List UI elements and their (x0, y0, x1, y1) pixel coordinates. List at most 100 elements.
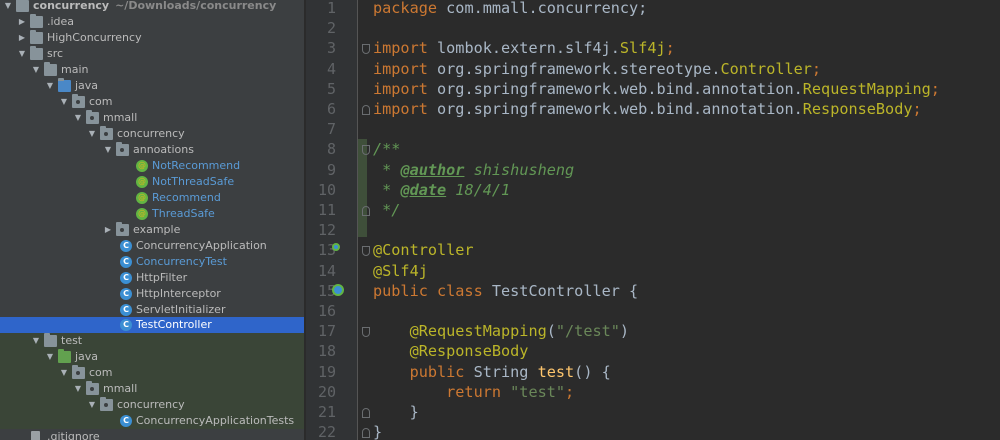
chevron-down-icon[interactable]: ▼ (45, 349, 55, 365)
line-number: 4 (326, 59, 336, 78)
tree-item-mmall[interactable]: ▼ mmall (0, 110, 304, 126)
fold-marker-icon[interactable] (362, 408, 370, 418)
class-icon: C (120, 272, 132, 284)
code-line-4[interactable]: import org.springframework.stereotype.Co… (373, 59, 821, 79)
file-icon (31, 431, 40, 440)
code-string: "/test" (555, 322, 620, 341)
tree-item-concurrencyapplication[interactable]: C ConcurrencyApplication (0, 238, 304, 254)
chevron-down-icon[interactable]: ▼ (73, 381, 83, 397)
code-line-5[interactable]: import org.springframework.web.bind.anno… (373, 79, 940, 99)
tree-item-label: ConcurrencyApplication (136, 239, 267, 252)
chevron-down-icon[interactable]: ▼ (87, 126, 97, 142)
line-number: 13 (317, 241, 336, 260)
fold-marker-icon[interactable] (362, 105, 370, 115)
code-line-8[interactable]: /** (373, 139, 400, 159)
fold-marker-icon[interactable] (362, 428, 370, 438)
tree-item-src[interactable]: ▼ src (0, 46, 304, 62)
chevron-down-icon[interactable]: ▼ (59, 94, 69, 110)
chevron-right-icon[interactable]: ▶ (17, 30, 27, 46)
tree-item-label: .idea (47, 15, 75, 28)
chevron-down-icon[interactable]: ▼ (73, 110, 83, 126)
class-icon: C (120, 288, 132, 300)
code-line-1[interactable]: package com.mmall.concurrency; (373, 0, 647, 18)
chevron-down-icon[interactable]: ▼ (87, 397, 97, 413)
fold-marker-icon[interactable] (362, 145, 370, 155)
tree-item-testcontroller[interactable]: C TestController (0, 317, 304, 333)
tree-item-notthreadsafe[interactable]: @ NotThreadSafe (0, 174, 304, 190)
editor-gutter[interactable]: 1 2 3 4 5 6 7 8 9 10 11 12 13 14 15 16 1… (306, 0, 358, 440)
line-number: 3 (326, 39, 336, 58)
line-number: 2 (326, 19, 336, 38)
chevron-down-icon[interactable]: ▼ (17, 46, 27, 62)
tree-item-httpfilter[interactable]: C HttpFilter (0, 270, 304, 286)
doc-value: 18/4/1 (446, 180, 511, 199)
line-number: 17 (317, 322, 336, 341)
code-line-19[interactable]: public String test() { (373, 362, 611, 382)
fold-marker-icon[interactable] (362, 44, 370, 54)
tree-item-annoations[interactable]: ▼ annoations (0, 142, 304, 158)
tree-item-httpinterceptor[interactable]: C HttpInterceptor (0, 286, 304, 302)
fold-marker-icon[interactable] (362, 206, 370, 216)
code-editor[interactable]: package com.mmall.concurrency; import lo… (358, 0, 1000, 440)
tree-item-test-concurrency[interactable]: ▼ concurrency (0, 397, 304, 413)
code-line-3[interactable]: import lombok.extern.slf4j.Slf4j; (373, 38, 675, 58)
package-icon (86, 110, 99, 124)
code-line-17[interactable]: @RequestMapping("/test") (373, 321, 630, 341)
line-number: 16 (317, 302, 336, 320)
tree-item-gitignore[interactable]: .gitignore (0, 429, 304, 440)
code-line-21[interactable]: } (373, 402, 419, 422)
tree-item-concurrency[interactable]: ▼ concurrency (0, 126, 304, 142)
code-line-13[interactable]: @Controller (373, 240, 474, 260)
fold-marker-icon[interactable] (362, 327, 370, 337)
tree-item-test-com[interactable]: ▼ com (0, 365, 304, 381)
code-keyword: import (373, 39, 428, 58)
code-line-22[interactable]: } (373, 422, 382, 440)
tree-item-recommend[interactable]: @ Recommend (0, 190, 304, 206)
tree-item-test[interactable]: ▼ test (0, 333, 304, 349)
spring-bean-icon[interactable] (332, 284, 344, 296)
tree-item-notrecommend[interactable]: @ NotRecommend (0, 158, 304, 174)
code-line-18[interactable]: @ResponseBody (373, 341, 529, 361)
tree-item-main[interactable]: ▼ main (0, 62, 304, 78)
tree-item-idea[interactable]: ▶ .idea (0, 14, 304, 30)
tree-item-servletinitializer[interactable]: C ServletInitializer (0, 302, 304, 318)
tree-item-test-java[interactable]: ▼ java (0, 349, 304, 365)
chevron-right-icon[interactable]: ▶ (17, 14, 27, 30)
package-icon (116, 142, 129, 156)
code-line-20[interactable]: return "test"; (373, 382, 574, 402)
code-line-14[interactable]: @Slf4j (373, 261, 428, 281)
chevron-down-icon[interactable]: ▼ (45, 78, 55, 94)
tree-item-com[interactable]: ▼ com (0, 94, 304, 110)
line-number: 21 (317, 403, 336, 421)
code-class: Controller (720, 59, 812, 78)
tree-root-concurrency[interactable]: ▼ concurrency ~/Downloads/concurrency (0, 0, 304, 14)
line-number: 1 (326, 0, 336, 17)
tree-item-example[interactable]: ▶ example (0, 222, 304, 238)
tree-item-java[interactable]: ▼ java (0, 78, 304, 94)
tree-item-highconcurrency[interactable]: ▶ HighConcurrency (0, 30, 304, 46)
code-punct: ; (930, 79, 940, 98)
chevron-down-icon[interactable]: ▼ (103, 142, 113, 158)
code-text: org.springframework.stereotype. (427, 59, 721, 78)
chevron-down-icon[interactable]: ▼ (3, 0, 13, 14)
code-line-15[interactable]: public class TestController { (373, 281, 638, 301)
tree-item-test-mmall[interactable]: ▼ mmall (0, 381, 304, 397)
code-line-6[interactable]: import org.springframework.web.bind.anno… (373, 99, 922, 119)
package-icon (86, 381, 99, 395)
code-punct: () { (574, 362, 611, 381)
chevron-down-icon[interactable]: ▼ (31, 62, 41, 78)
tree-item-concurrencyapplicationtests[interactable]: C ConcurrencyApplicationTests (0, 413, 304, 429)
tree-item-label: .gitignore (47, 430, 100, 440)
chevron-right-icon[interactable]: ▶ (103, 222, 113, 238)
code-line-11[interactable]: */ (373, 200, 400, 220)
chevron-down-icon[interactable]: ▼ (59, 365, 69, 381)
code-keyword: return (373, 382, 502, 401)
fold-marker-icon[interactable] (362, 246, 370, 256)
tree-item-threadsafe[interactable]: @ ThreadSafe (0, 206, 304, 222)
code-line-9[interactable]: * @author shishusheng (373, 160, 574, 180)
code-line-10[interactable]: * @date 18/4/1 (373, 180, 510, 200)
spring-bean-icon[interactable] (332, 243, 340, 251)
chevron-down-icon[interactable]: ▼ (31, 333, 41, 349)
tree-item-concurrencytest[interactable]: C ConcurrencyTest (0, 254, 304, 270)
project-tree[interactable]: ▼ concurrency ~/Downloads/concurrency ▶ .… (0, 0, 305, 440)
